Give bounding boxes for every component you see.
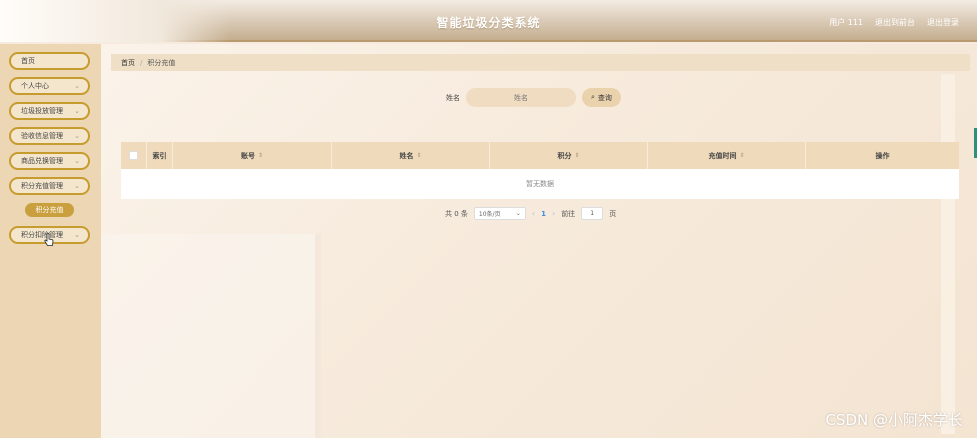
name-search-input[interactable] [466,88,576,107]
back-to-frontend-link[interactable]: 退出到前台 [875,17,915,28]
logout-link[interactable]: 退出登录 [927,17,959,28]
page-size-value: 10条/页 [478,211,501,218]
app-header: 智能垃圾分类系统 用户 111 退出到前台 退出登录 [0,0,977,42]
column-header-label: 账号 [240,151,255,160]
search-button[interactable]: ⌕ 查询 [582,88,621,107]
page-unit: 页 [609,209,617,218]
hand-cursor-icon [44,233,54,246]
chevron-down-icon: ⌄ [515,210,521,217]
column-index: 索引 [147,142,173,169]
sort-icon[interactable]: ⇕ [739,152,744,159]
column-account[interactable]: 账号 ⇕ [173,142,332,169]
next-page-icon[interactable]: › [552,209,555,218]
prev-page-icon[interactable]: ‹ [532,209,535,218]
table-header: 索引 账号 ⇕ 姓名 ⇕ 积分 ⇕ 充值时间 ⇕ 操作 [121,142,959,169]
column-header-label: 充值时间 [708,151,737,160]
column-header-label: 积分 [557,151,572,160]
sidebar-item-label: 首页 [21,57,35,65]
chevron-down-icon: ⌄ [74,132,80,140]
sidebar-item-home[interactable]: 首页 [9,52,90,70]
sidebar-item-label: 积分充值管理 [21,182,63,190]
table-empty-row: 暂无数据 [121,169,959,199]
background-panel [101,234,321,438]
column-header-label: 姓名 [399,151,414,160]
sidebar-item-label: 商品兑换管理 [21,157,63,165]
sidebar-item-label: 垃圾投放管理 [21,107,63,115]
goto-page-input[interactable]: 1 [581,207,604,220]
chevron-up-icon: ⌄ [74,182,80,190]
sidebar-item-label: 验收信息管理 [21,132,63,140]
column-actions: 操作 [806,142,959,169]
sort-icon[interactable]: ⇕ [258,152,263,159]
page-size-select[interactable]: 10条/页 ⌄ [473,207,526,220]
search-bar: 姓名 ⌕ 查询 [446,88,621,107]
background-pillar [941,74,955,434]
chevron-down-icon: ⌄ [74,231,80,239]
chevron-down-icon: ⌄ [74,107,80,115]
main-content: 首页 / 积分充值 姓名 ⌕ 查询 索引 账号 ⇕ 姓名 ⇕ [101,44,977,438]
column-name[interactable]: 姓名 ⇕ [332,142,490,169]
watermark: CSDN @小阿杰学长 [825,411,963,429]
column-header-label: 操作 [875,151,890,160]
goto-page-value: 1 [590,210,595,217]
sidebar-item-label: 积分扣除管理 [21,231,63,239]
total-count: 共 0 条 [445,209,468,218]
sidebar-item-garbage-disposal[interactable]: 垃圾投放管理 ⌄ [9,102,90,120]
header-links: 用户 111 退出到前台 退出登录 [829,17,959,28]
sidebar-item-profile[interactable]: 个人中心 ⌄ [9,77,90,95]
chevron-down-icon: ⌄ [74,82,80,90]
goto-label: 前往 [561,209,576,218]
select-all-checkbox[interactable] [129,151,138,160]
chevron-down-icon: ⌄ [74,157,80,165]
sidebar-item-label: 个人中心 [21,82,49,90]
breadcrumb-separator: / [140,58,143,67]
sidebar-item-points-recharge[interactable]: 积分充值管理 ⌄ [9,177,90,195]
breadcrumb-home[interactable]: 首页 [121,58,135,68]
sidebar-subitem-points-recharge[interactable]: 积分充值 [25,203,74,217]
pagination: 共 0 条 10条/页 ⌄ ‹ 1 › 前往 1 页 [445,207,616,220]
sort-icon[interactable]: ⇕ [574,152,579,159]
page-number[interactable]: 1 [541,210,546,218]
search-button-label: 查询 [597,93,612,102]
select-all-cell [121,142,147,169]
column-header-label: 索引 [152,151,167,160]
search-icon: ⌕ [591,93,595,101]
breadcrumb: 首页 / 积分充值 [111,54,970,71]
sidebar-item-exchange[interactable]: 商品兑换管理 ⌄ [9,152,90,170]
data-table: 索引 账号 ⇕ 姓名 ⇕ 积分 ⇕ 充值时间 ⇕ 操作 暂无数据 [121,142,959,199]
user-label: 用户 111 [829,18,863,27]
sidebar-item-acceptance[interactable]: 验收信息管理 ⌄ [9,127,90,145]
breadcrumb-current: 积分充值 [147,58,176,67]
column-points[interactable]: 积分 ⇕ [490,142,648,169]
empty-text: 暂无数据 [526,180,554,188]
sort-icon[interactable]: ⇕ [416,152,421,159]
column-recharge-time[interactable]: 充值时间 ⇕ [648,142,806,169]
name-label: 姓名 [446,93,460,102]
